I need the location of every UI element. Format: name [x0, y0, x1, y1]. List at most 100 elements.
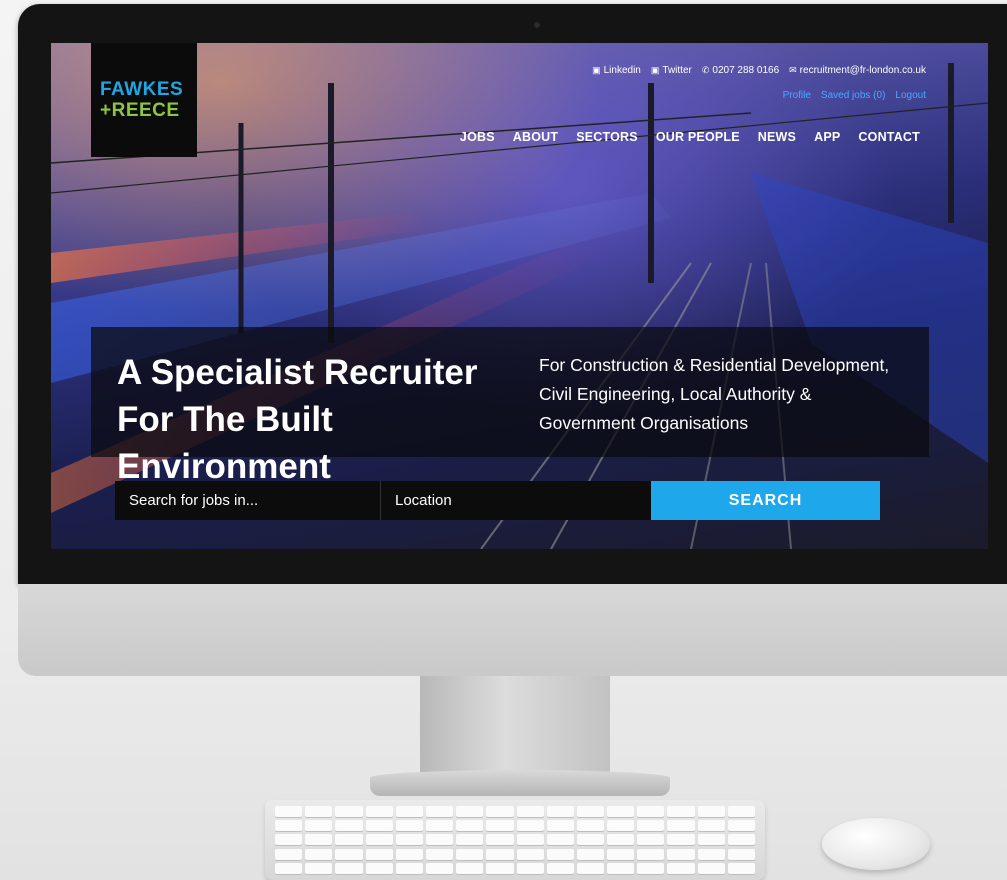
camera-icon — [534, 22, 540, 28]
profile-link[interactable]: Profile — [783, 90, 811, 101]
hero-subtitle: For Construction & Residential Developme… — [539, 355, 890, 433]
keyboard-key — [546, 848, 574, 860]
keyboard-key — [546, 834, 574, 846]
keyboard-key — [275, 820, 303, 832]
keyboard-key — [516, 820, 544, 832]
keyboard-key — [697, 820, 725, 832]
keyboard-key — [637, 834, 665, 846]
keyboard-key — [456, 834, 484, 846]
keyboard-key — [546, 862, 574, 874]
keyboard-key — [727, 820, 755, 832]
search-button[interactable]: SEARCH — [651, 481, 880, 520]
keyboard-key — [607, 806, 635, 817]
location-input[interactable] — [381, 481, 651, 520]
phone-link[interactable]: ✆ 0207 288 0166 — [702, 65, 779, 76]
keyboard-key — [335, 848, 363, 860]
account-links: Profile Saved jobs (0) Logout — [783, 90, 926, 101]
mouse — [822, 818, 930, 870]
keyboard-key — [425, 820, 454, 832]
top-contact-bar: ▣ Linkedin ▣ Twitter ✆ 0207 288 0166 ✉ r… — [592, 65, 926, 76]
hero-title: A Specialist Recruiter For The Built Env… — [117, 353, 478, 486]
nav-item-our-people[interactable]: OUR PEOPLE — [656, 130, 740, 144]
keyboard-key — [727, 806, 755, 817]
keyboard-key — [486, 820, 514, 832]
logo-line2: +REECE — [100, 100, 180, 121]
keyboard-key — [667, 834, 695, 846]
keyboard-key — [365, 848, 393, 860]
job-search-bar: SEARCH — [115, 481, 880, 520]
nav-item-news[interactable]: NEWS — [758, 130, 796, 144]
twitter-icon: ▣ — [650, 65, 660, 75]
keyboard-key — [607, 820, 635, 832]
linkedin-icon: ▣ — [592, 65, 601, 75]
keyboard-key — [576, 820, 605, 832]
keyboard-key — [516, 862, 544, 874]
keyboard-key — [697, 834, 725, 846]
keyboard-key — [456, 820, 484, 832]
keyboard-key — [667, 862, 695, 874]
keyboard-key — [335, 834, 363, 846]
keyboard-key — [697, 862, 725, 874]
saved-jobs-link[interactable]: Saved jobs (0) — [821, 90, 885, 101]
keyboard-key — [275, 862, 303, 874]
keyboard-key — [395, 820, 423, 832]
keyboard-key — [667, 848, 695, 860]
keyboard-key — [486, 862, 514, 874]
nav-item-app[interactable]: APP — [814, 130, 840, 144]
keyboard-key — [697, 848, 725, 860]
keyboard-key — [425, 834, 454, 846]
keyboard-key — [456, 848, 484, 860]
keyboard — [265, 800, 765, 880]
nav-item-jobs[interactable]: JOBS — [460, 130, 495, 144]
keyboard-key — [576, 862, 605, 874]
keyboard-key — [637, 820, 665, 832]
keyboard-key — [365, 862, 393, 874]
hero-banner: A Specialist Recruiter For The Built Env… — [91, 327, 929, 486]
twitter-link[interactable]: ▣ Twitter — [651, 65, 692, 76]
keyboard-key — [335, 862, 363, 874]
fawkes-reece-logo[interactable]: FAWKES +REECE — [91, 43, 197, 157]
keyboard-key — [486, 834, 514, 846]
keyboard-key — [305, 806, 333, 817]
nav-item-sectors[interactable]: SECTORS — [576, 130, 638, 144]
keyboard-key — [576, 806, 605, 817]
keyboard-key — [365, 820, 393, 832]
keyboard-key — [425, 806, 454, 817]
keyboard-key — [637, 806, 665, 817]
job-keyword-input[interactable] — [115, 481, 381, 520]
main-nav: JOBS ABOUT SECTORS OUR PEOPLE NEWS APP C… — [460, 130, 920, 144]
keyboard-key — [516, 848, 544, 860]
keyboard-key — [697, 806, 725, 817]
keyboard-key — [395, 834, 423, 846]
keyboard-key — [365, 834, 393, 846]
keyboard-key — [516, 806, 544, 817]
keyboard-key — [305, 862, 333, 874]
keyboard-key — [275, 848, 303, 860]
keyboard-key — [727, 862, 755, 874]
keyboard-key — [305, 848, 333, 860]
keyboard-key — [727, 834, 755, 846]
website-screen: FAWKES +REECE ▣ Linkedin ▣ Twitter ✆ 020… — [51, 43, 988, 549]
logout-link[interactable]: Logout — [895, 90, 926, 101]
keyboard-key — [576, 834, 605, 846]
twitter-label: Twitter — [662, 65, 692, 76]
nav-item-about[interactable]: ABOUT — [513, 130, 558, 144]
keyboard-key — [456, 862, 484, 874]
keyboard-key — [425, 862, 454, 874]
keyboard-key — [486, 806, 514, 817]
linkedin-link[interactable]: ▣ Linkedin — [592, 65, 641, 76]
keyboard-key — [395, 848, 423, 860]
keyboard-key — [637, 848, 665, 860]
monitor-chin — [18, 584, 1007, 676]
envelope-icon: ✉ — [789, 65, 797, 75]
keyboard-key — [335, 820, 363, 832]
keyboard-key — [456, 806, 484, 817]
keyboard-key — [576, 848, 605, 860]
keyboard-key — [607, 848, 635, 860]
keyboard-key — [607, 834, 635, 846]
keyboard-key — [516, 834, 544, 846]
email-link[interactable]: ✉ recruitment@fr-london.co.uk — [789, 65, 926, 76]
keyboard-key — [395, 806, 423, 817]
nav-item-contact[interactable]: CONTACT — [858, 130, 920, 144]
logo-line1: FAWKES — [100, 79, 184, 100]
